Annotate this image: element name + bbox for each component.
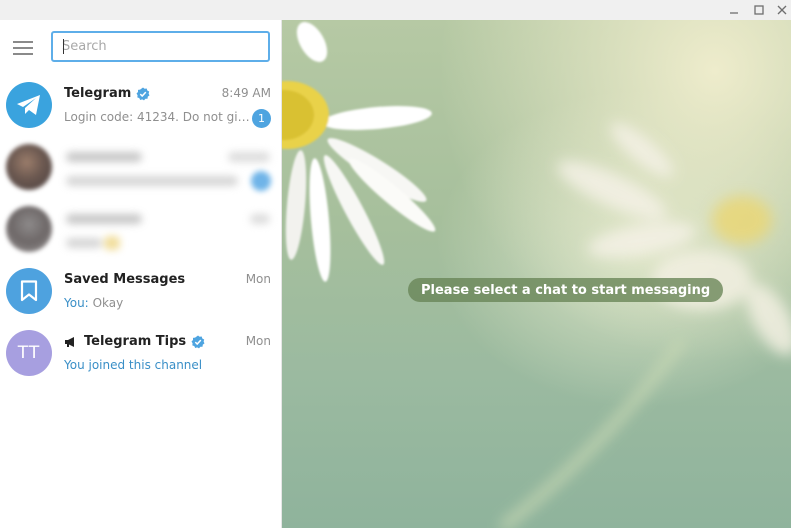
avatar-initials: TT [17,343,41,363]
chat-name: Telegram [64,86,150,101]
preview-text: Okay [92,296,124,310]
chat-time: Mon [245,334,271,348]
avatar [6,268,52,314]
chat-item-telegram[interactable]: Telegram 8:49 AM Login code: 41234. Do n… [0,74,281,136]
chat-item-saved-messages[interactable]: Saved Messages Mon You: Okay [0,260,281,322]
bookmark-icon [20,280,38,302]
chat-item-blurred-1[interactable] [0,136,281,198]
chat-item-blurred-2[interactable] [0,198,281,260]
chat-name: Saved Messages [64,272,185,287]
main-menu-button[interactable] [10,36,36,60]
title-bar [0,0,791,20]
chat-area: Please select a chat to start messaging [282,20,791,528]
chat-preview: You: Okay [64,296,250,310]
megaphone-icon [64,336,78,348]
chat-time: 8:49 AM [221,86,271,100]
maximize-icon [754,5,764,15]
preview-sender: You: [64,296,89,310]
close-button[interactable] [769,0,791,20]
verified-badge-icon [191,335,205,349]
chat-item-telegram-tips[interactable]: TT Telegram Tips Mon You joined this cha… [0,322,281,384]
chat-time: Mon [245,272,271,286]
search-field[interactable] [51,31,270,62]
unread-badge [251,171,271,191]
chat-preview: You joined this channel [64,358,203,372]
avatar [6,144,52,190]
verified-badge-icon [136,87,150,101]
chat-name-text: Telegram Tips [84,334,187,349]
background-wallpaper [282,22,791,528]
avatar [6,206,52,252]
chat-preview: Login code: 41234. Do not give this code… [64,110,250,124]
unread-badge: 1 [252,109,271,128]
search-input[interactable] [53,33,268,60]
avatar: TT [6,330,52,376]
hamburger-icon [13,41,33,55]
close-icon [777,5,787,15]
text-caret [63,39,64,54]
minimize-icon [730,12,738,14]
select-chat-hint: Please select a chat to start messaging [408,278,724,302]
avatar [6,82,52,128]
chat-name: Telegram Tips [64,334,205,349]
chat-name-text: Telegram [64,86,132,101]
chat-name-text: Saved Messages [64,272,186,287]
paper-plane-icon [17,95,40,115]
minimize-button[interactable] [721,0,747,20]
chat-list-sidebar: Telegram 8:49 AM Login code: 41234. Do n… [0,20,282,528]
